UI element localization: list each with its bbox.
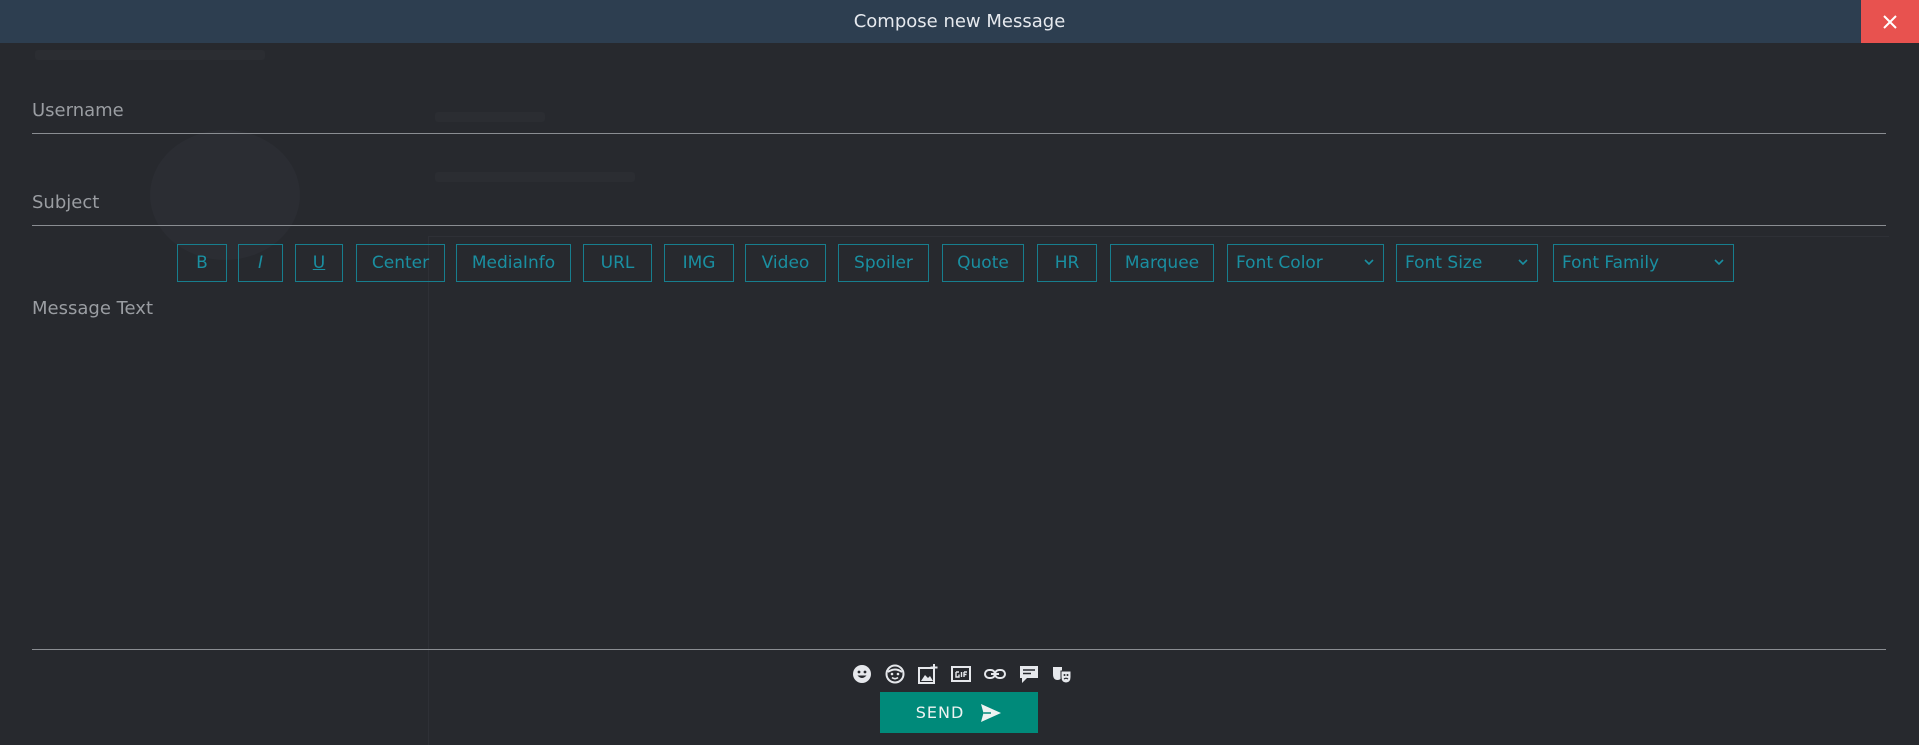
dialog-title: Compose new Message	[853, 11, 1066, 32]
gif-icon[interactable]	[948, 661, 974, 687]
url-button[interactable]: URL	[583, 244, 652, 282]
add-image-icon[interactable]	[915, 661, 941, 687]
font-size-select[interactable]: Font Size	[1396, 244, 1538, 282]
smiley-icon[interactable]	[882, 661, 908, 687]
send-icon	[981, 703, 1002, 722]
message-textarea[interactable]	[32, 292, 1886, 650]
username-input[interactable]	[32, 88, 1886, 134]
comment-icon[interactable]	[1016, 661, 1042, 687]
bold-button[interactable]: B	[177, 244, 227, 282]
font-color-label: Font Color	[1236, 253, 1323, 273]
img-button[interactable]: IMG	[664, 244, 734, 282]
mediainfo-button[interactable]: MediaInfo	[456, 244, 571, 282]
masks-icon[interactable]	[1049, 661, 1075, 687]
font-size-label: Font Size	[1405, 253, 1483, 273]
chevron-down-icon	[1364, 259, 1374, 266]
hr-button[interactable]: HR	[1037, 244, 1097, 282]
font-color-select[interactable]: Font Color	[1227, 244, 1384, 282]
marquee-button[interactable]: Marquee	[1110, 244, 1214, 282]
chevron-down-icon	[1714, 259, 1724, 266]
quote-button[interactable]: Quote	[942, 244, 1024, 282]
emoji-icon[interactable]	[849, 661, 875, 687]
dialog-header: Compose new Message	[0, 0, 1919, 43]
link-icon[interactable]	[982, 661, 1008, 687]
italic-button[interactable]: I	[238, 244, 283, 282]
center-button[interactable]: Center	[356, 244, 445, 282]
close-button[interactable]	[1861, 0, 1919, 43]
close-icon	[1883, 14, 1897, 29]
font-family-label: Font Family	[1562, 253, 1660, 273]
send-button[interactable]: SEND	[880, 692, 1038, 733]
underline-button[interactable]: U	[295, 244, 343, 282]
chevron-down-icon	[1518, 259, 1528, 266]
subject-input[interactable]	[32, 180, 1886, 226]
font-family-select[interactable]: Font Family	[1553, 244, 1734, 282]
spoiler-button[interactable]: Spoiler	[838, 244, 929, 282]
send-label: SEND	[915, 703, 965, 722]
video-button[interactable]: Video	[745, 244, 826, 282]
